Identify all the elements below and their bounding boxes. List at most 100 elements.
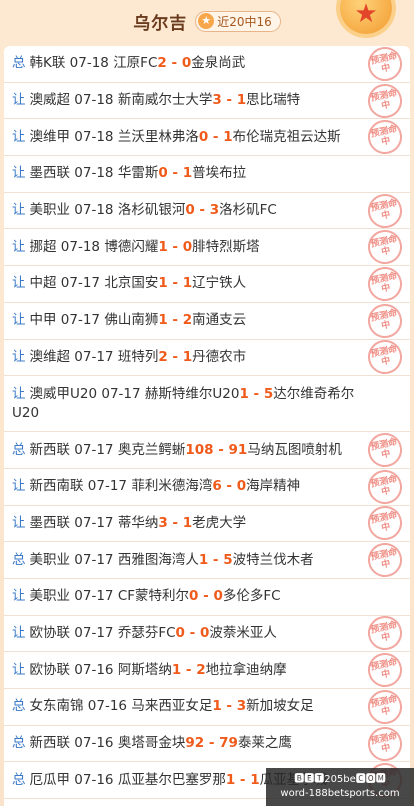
hit-stamp-icon: 预测命中 — [364, 613, 406, 654]
away-team: 丹德农市 — [192, 348, 247, 365]
home-score: 1 — [225, 771, 236, 788]
home-score: 0 — [158, 165, 168, 182]
home-team: 洛杉矶银河 — [117, 202, 186, 219]
league-name: 美职业 — [29, 551, 71, 568]
bet-type: 让 — [12, 165, 26, 182]
away-team: 腓特烈斯塔 — [192, 238, 260, 255]
match-date: 07-17 — [60, 275, 101, 292]
match-row[interactable]: 总韩K联 07-18 江原FC2 - 0金泉尚武 预测命中 — [4, 46, 410, 85]
hit-stamp-icon: 预测命中 — [364, 46, 406, 85]
match-row[interactable]: 总美职业 07-17 西雅图海湾人1 - 5波特兰伐木者 预测命中 — [4, 539, 410, 581]
match-row[interactable]: 让中甲 07-17 佛山南狮1 - 2南通支云 预测命中 — [4, 300, 410, 341]
league-name: 澳威超 — [29, 92, 71, 109]
match-row[interactable]: 让新西南联 07-17 菲利米德海湾6 - 0海岸精神 预测命中 — [4, 466, 410, 507]
watermark: 🅱🅴🆃205be🅲🅾🅼 word-188betsports.com — [266, 768, 414, 806]
match-row[interactable]: 总新西联 07-16 奥塔哥金块92 - 79泰莱之鹰 预测命中 — [4, 723, 410, 764]
home-team: 阿斯塔纳 — [117, 661, 172, 678]
league-name: 美职业 — [29, 588, 71, 605]
bet-type: 让 — [12, 202, 26, 219]
bet-type: 让 — [12, 128, 26, 145]
home-team: 奥塔哥金块 — [117, 735, 186, 752]
home-score: 0 — [198, 128, 209, 145]
league-name: 美职业 — [29, 202, 71, 219]
league-name: 欧协联 — [29, 661, 71, 678]
score-separator: - — [208, 128, 224, 145]
score-separator: - — [167, 165, 183, 182]
match-date: 07-17 — [74, 348, 114, 365]
score-separator: - — [248, 385, 264, 402]
match-text: 总新西联 07-16 奥塔哥金块92 - 79泰莱之鹰 — [12, 734, 292, 753]
away-team: 海岸精神 — [246, 478, 301, 495]
match-text: 总韩K联 07-18 江原FC2 - 0金泉尚武 — [12, 54, 245, 73]
hit-stamp-icon: 预测命中 — [364, 649, 406, 691]
hit-stamp-icon: 预测命中 — [364, 466, 406, 507]
match-row[interactable]: 让澳威超 07-18 新南威尔士大学3 - 1思比瑞特 预测命中 — [4, 80, 410, 121]
match-row[interactable]: 让澳维超 07-17 班特列2 - 1丹德农市 预测命中 — [4, 337, 410, 378]
match-date: 07-16 — [87, 698, 128, 715]
home-team: 华雷斯 — [117, 165, 159, 182]
bet-type: 让 — [12, 478, 26, 495]
away-score: 1 — [182, 514, 193, 531]
match-row[interactable]: 让澳维甲 07-18 兰沃里林弗洛0 - 1布伦瑞克祖云达斯 预测命中 — [4, 117, 410, 158]
home-score: 108 — [185, 441, 214, 458]
hit-stamp-icon: 预测命中 — [364, 117, 406, 158]
bet-type: 总 — [12, 771, 26, 788]
match-date: 07-16 — [74, 735, 114, 752]
home-team: 班特列 — [117, 348, 159, 365]
home-score: 0 — [175, 624, 185, 641]
match-text: 让澳威甲U20 07-17 赫斯特维尔U201 - 5达尔维奇希尔U20 — [12, 385, 362, 423]
league-name: 澳维超 — [29, 348, 71, 365]
match-date: 07-18 — [74, 92, 114, 109]
home-team: 蒂华纳 — [117, 514, 159, 531]
hit-stamp-icon: 预测命中 — [364, 503, 406, 544]
home-team: 赫斯特维尔U20 — [144, 385, 240, 402]
away-team: 多伦多FC — [222, 588, 281, 605]
record-badge-text: 近20中16 — [217, 14, 272, 29]
away-score: 0 — [182, 238, 193, 255]
away-team: 布伦瑞克祖云达斯 — [232, 128, 341, 145]
home-score: 1 — [212, 698, 222, 715]
match-row[interactable]: 让中超 07-17 北京国安1 - 1辽宁铁人 预测命中 — [4, 263, 410, 305]
home-score: 2 — [157, 55, 167, 72]
league-name: 女东南锦 — [29, 698, 84, 715]
home-team: CF蒙特利尔 — [117, 588, 190, 605]
match-date: 07-16 — [74, 661, 114, 678]
score-separator: - — [167, 348, 183, 365]
away-score: 0 — [181, 55, 192, 72]
score-separator: - — [204, 735, 220, 752]
match-row[interactable]: 总新西联 07-17 奥克兰鳄蜥108 - 91马纳瓦图喷射机 预测命中 — [4, 429, 410, 471]
bet-type: 总 — [12, 551, 26, 568]
match-date: 07-17 — [74, 588, 114, 605]
bet-type: 总 — [12, 441, 26, 458]
match-row[interactable]: 让欧协联 07-17 乔瑟芬FC0 - 0波萘米亚人 预测命中 — [4, 613, 410, 654]
away-team: 马纳瓦图喷射机 — [247, 441, 342, 458]
match-date: 07-18 — [74, 165, 114, 182]
hit-stamp-icon: 预测命中 — [364, 723, 406, 764]
hit-stamp-icon: 预测命中 — [364, 686, 406, 728]
score-separator: - — [221, 698, 237, 715]
home-score: 1 — [158, 312, 168, 329]
match-text: 让中甲 07-17 佛山南狮1 - 2南通支云 — [12, 311, 246, 330]
match-date: 07-16 — [74, 771, 114, 788]
medal-icon: ★ — [340, 0, 392, 34]
away-team: 普埃布拉 — [192, 165, 247, 182]
score-separator: - — [213, 441, 229, 458]
away-team: 地拉拿迪纳摩 — [205, 661, 287, 678]
match-row[interactable]: 让挪超 07-18 博德闪耀1 - 0腓特烈斯塔 预测命中 — [4, 227, 410, 268]
away-score: 1 — [182, 275, 193, 292]
match-date: 07-18 — [74, 202, 114, 219]
match-row[interactable]: 让墨西联 07-17 蒂华纳3 - 1老虎大学 预测命中 — [4, 503, 410, 544]
match-row[interactable]: 总女东南锦 07-16 马来西亚女足1 - 3新加坡女足 预测命中 — [4, 686, 410, 728]
match-row[interactable]: 让美职业 07-17 CF蒙特利尔0 - 0多伦多FC — [4, 579, 410, 616]
match-row[interactable]: 让澳威甲U20 07-17 赫斯特维尔U201 - 5达尔维奇希尔U20 — [4, 376, 410, 433]
bet-type: 让 — [12, 275, 26, 292]
match-row[interactable]: 让欧协联 07-16 阿斯塔纳1 - 2地拉拿迪纳摩 预测命中 — [4, 649, 410, 691]
match-text: 总美职业 07-17 西雅图海湾人1 - 5波特兰伐木者 — [12, 551, 314, 570]
home-team: 奥克兰鳄蜥 — [117, 441, 186, 458]
score-separator: - — [221, 92, 237, 109]
match-row[interactable]: 让墨西联 07-18 华雷斯0 - 1普埃布拉 — [4, 156, 410, 193]
match-row[interactable]: 让美职业 07-18 洛杉矶银河0 - 3洛杉矶FC 预测命中 — [4, 190, 410, 231]
league-name: 新西联 — [29, 441, 71, 458]
match-text: 让挪超 07-18 博德闪耀1 - 0腓特烈斯塔 — [12, 238, 260, 257]
away-team: 老虎大学 — [192, 514, 247, 531]
